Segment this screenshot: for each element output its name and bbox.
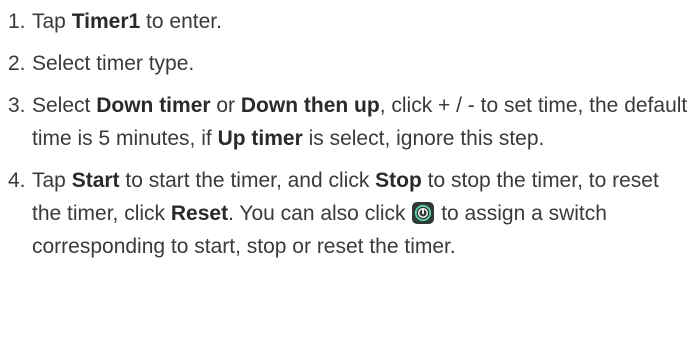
step-number: 3. [8, 94, 26, 117]
term-stop: Stop [375, 169, 422, 192]
step-text: Select Down timer or Down then up, click… [32, 89, 699, 155]
term-reset: Reset [170, 202, 229, 225]
term-down-then-up: Down then up [240, 94, 380, 117]
switch-assign-icon [412, 201, 435, 224]
text-run: . You can also click [228, 202, 412, 225]
term-start: Start [71, 169, 120, 192]
text-run: Tap [32, 169, 72, 192]
step-text: Tap Start to start the timer, and click … [32, 164, 699, 263]
step-1: 1. Tap Timer1 to enter. [8, 5, 699, 38]
step-3: 3. Select Down timer or Down then up, cl… [8, 89, 699, 155]
term-timer1: Timer1 [71, 10, 141, 33]
text-run: Select [32, 94, 97, 117]
step-number: 4. [8, 169, 26, 192]
step-text: Tap Timer1 to enter. [32, 5, 699, 38]
step-number: 1. [8, 10, 26, 33]
step-2: 2. Select timer type. [8, 47, 699, 80]
text-run: is select, ignore this step. [302, 127, 545, 150]
text-run: to enter. [140, 10, 222, 33]
steps-list: 1. Tap Timer1 to enter. 2. Select timer … [8, 5, 699, 263]
text-run: or [210, 94, 241, 117]
step-4: 4. Tap Start to start the timer, and cli… [8, 164, 699, 263]
step-text: Select timer type. [32, 47, 699, 80]
term-down-timer: Down timer [96, 94, 211, 117]
step-number: 2. [8, 52, 26, 75]
term-up-timer: Up timer [217, 127, 303, 150]
text-run: to start the timer, and click [119, 169, 376, 192]
text-run: Select timer type. [32, 52, 195, 75]
text-run: Tap [32, 10, 72, 33]
instruction-document: 1. Tap Timer1 to enter. 2. Select timer … [0, 0, 699, 356]
